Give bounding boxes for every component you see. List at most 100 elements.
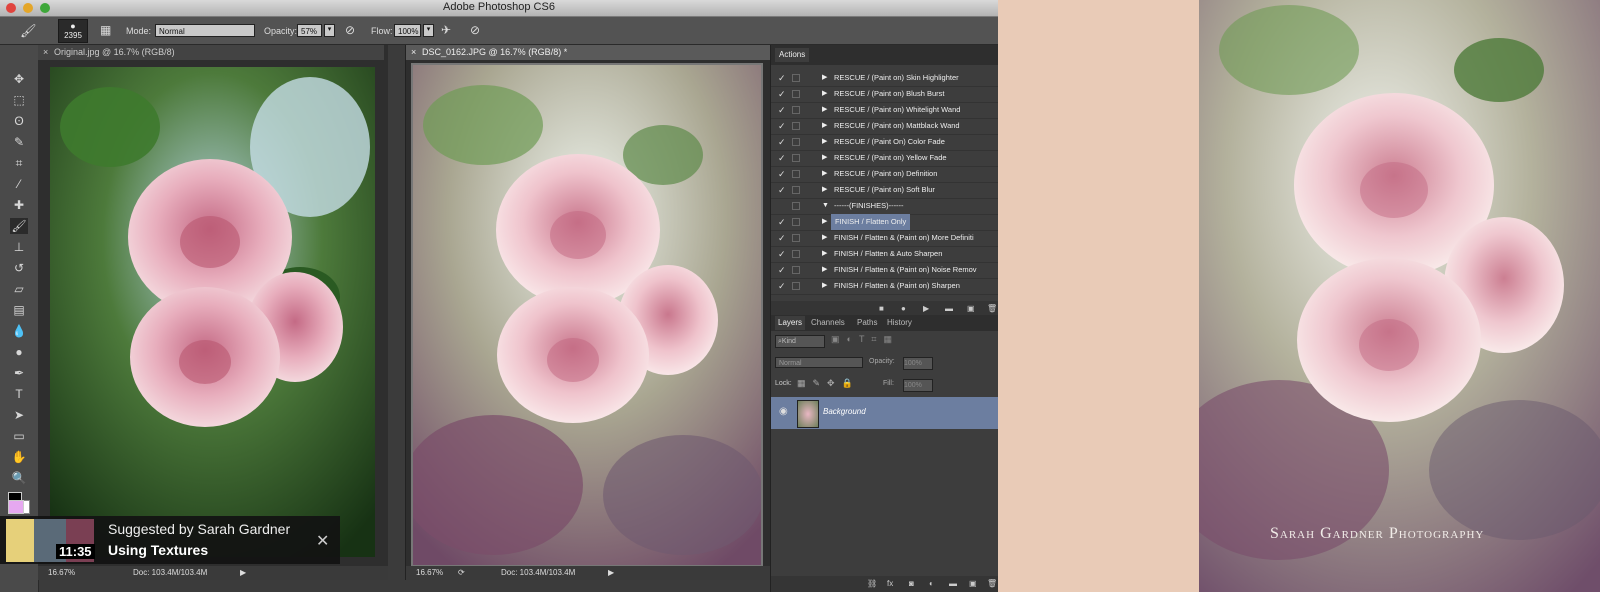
layer-opacity-field[interactable]: 100% xyxy=(903,357,933,370)
flow-dropdown-icon[interactable]: ▾ xyxy=(423,24,434,37)
status-menu-arrow-icon[interactable]: ▶ xyxy=(608,566,614,580)
action-item[interactable]: ✓ ▶ RESCUE / (Paint on) Soft Blur xyxy=(771,182,998,199)
action-item[interactable]: ✓ ▶ FINISH / Flatten & (Paint on) Sharpen xyxy=(771,278,998,295)
expand-triangle-icon[interactable]: ▶ xyxy=(822,246,827,262)
stop-icon[interactable]: ■ xyxy=(879,304,884,313)
expand-triangle-icon[interactable]: ▶ xyxy=(822,118,827,134)
hand-tool-icon[interactable]: ✋ xyxy=(10,449,28,465)
new-action-icon[interactable]: ▣ xyxy=(967,304,975,313)
eyedropper-tool-icon[interactable]: ⁄ xyxy=(10,176,28,192)
blend-mode-select[interactable]: Normal xyxy=(775,357,863,368)
action-set[interactable]: ▼ ------(FINISHES)------ xyxy=(771,198,998,215)
collapse-triangle-icon[interactable]: ▼ xyxy=(822,198,829,214)
history-brush-tool-icon[interactable]: ↺ xyxy=(10,260,28,276)
canvas-original[interactable] xyxy=(50,67,375,557)
fill-field[interactable]: 100% xyxy=(903,379,933,392)
record-icon[interactable]: ● xyxy=(901,304,906,313)
action-item[interactable]: ✓ ▶ RESCUE / (Paint on) Mattblack Wand xyxy=(771,118,998,135)
layer-style-icon[interactable]: fx xyxy=(887,579,893,588)
check-icon[interactable]: ✓ xyxy=(778,118,786,134)
dialog-toggle[interactable] xyxy=(792,282,800,290)
check-icon[interactable]: ✓ xyxy=(778,70,786,86)
lock-icons[interactable]: ▦✎✥🔒 xyxy=(797,378,860,389)
path-select-tool-icon[interactable]: ➤ xyxy=(10,407,28,423)
eraser-tool-icon[interactable]: ▱ xyxy=(10,281,28,297)
dialog-toggle[interactable] xyxy=(792,186,800,194)
type-tool-icon[interactable]: T xyxy=(10,386,28,402)
tab-actions[interactable]: Actions xyxy=(775,48,810,62)
delete-action-icon[interactable]: 🗑 xyxy=(987,304,997,313)
check-icon[interactable]: ✓ xyxy=(778,102,786,118)
expand-triangle-icon[interactable]: ▶ xyxy=(822,150,827,166)
action-item[interactable]: ✓ ▶ RESCUE / (Paint on) Definition xyxy=(771,166,998,183)
flow-field[interactable]: 100% xyxy=(394,24,421,37)
tab-close-icon[interactable]: × xyxy=(411,45,416,60)
layer-filter-icons[interactable]: ▣◐T⌗▦ xyxy=(831,334,899,345)
kind-filter[interactable]: ⌕Kind xyxy=(775,335,825,348)
check-icon[interactable]: ✓ xyxy=(778,166,786,182)
status-info-icon[interactable]: ⟳ xyxy=(458,566,465,580)
stamp-tool-icon[interactable]: ⊥ xyxy=(10,239,28,255)
shape-tool-icon[interactable]: ▭ xyxy=(10,428,28,444)
adjustment-layer-icon[interactable]: ◐ xyxy=(929,579,934,588)
brush-preset-picker[interactable]: ● 2395 xyxy=(58,19,88,43)
action-item[interactable]: ✓ ▶ RESCUE / (Paint on) Yellow Fade xyxy=(771,150,998,167)
action-item[interactable]: ✓ ▶ FINISH / Flatten & (Paint on) More Def… xyxy=(771,230,998,247)
suggested-video-card[interactable]: 11:35 Suggested by Sarah Gardner Using T… xyxy=(0,516,340,564)
new-set-folder-icon[interactable]: ▬ xyxy=(945,304,953,313)
dialog-toggle[interactable] xyxy=(792,138,800,146)
airbrush-icon[interactable]: ✈ xyxy=(441,23,451,37)
healing-tool-icon[interactable]: ✚ xyxy=(10,197,28,213)
check-icon[interactable]: ✓ xyxy=(778,214,786,230)
play-icon[interactable]: ▶ xyxy=(923,304,929,313)
new-layer-icon[interactable]: ▣ xyxy=(969,579,977,588)
visibility-eye-icon[interactable]: ◉ xyxy=(779,406,788,417)
action-item[interactable]: ✓ ▶ FINISH / Flatten & (Paint on) Noise Re… xyxy=(771,262,998,279)
check-icon[interactable]: ✓ xyxy=(778,230,786,246)
close-icon[interactable]: ✕ xyxy=(316,531,329,551)
crop-tool-icon[interactable]: ⌗ xyxy=(10,155,28,171)
action-item-selected[interactable]: ✓ ▶ FINISH / Flatten Only xyxy=(771,214,998,231)
dialog-toggle[interactable] xyxy=(792,218,800,226)
layer-name[interactable]: Background xyxy=(823,407,866,416)
dialog-toggle[interactable] xyxy=(792,266,800,274)
blur-tool-icon[interactable]: 💧 xyxy=(10,323,28,339)
move-tool-icon[interactable]: ✥ xyxy=(10,71,28,87)
dialog-toggle[interactable] xyxy=(792,234,800,242)
tab-edited[interactable]: × DSC_0162.JPG @ 16.7% (RGB/8) * xyxy=(406,45,787,60)
link-layers-icon[interactable]: ⛓ xyxy=(867,579,877,588)
mode-select[interactable]: Normal xyxy=(155,24,255,37)
suggested-video-title[interactable]: Using Textures xyxy=(108,542,208,558)
tab-layers[interactable]: Layers xyxy=(775,316,806,330)
pressure-opacity-icon[interactable]: ⊘ xyxy=(345,23,355,37)
zoom-tool-icon[interactable]: 🔍 xyxy=(10,470,28,486)
dialog-toggle[interactable] xyxy=(792,122,800,130)
dialog-toggle[interactable] xyxy=(792,170,800,178)
opacity-field[interactable]: 57% xyxy=(297,24,322,37)
new-group-icon[interactable]: ▬ xyxy=(949,579,957,588)
quick-mask-icon[interactable] xyxy=(8,500,24,514)
expand-triangle-icon[interactable]: ▶ xyxy=(822,262,827,278)
lasso-tool-icon[interactable]: ʘ xyxy=(10,113,28,129)
opacity-dropdown-icon[interactable]: ▾ xyxy=(324,24,335,37)
expand-triangle-icon[interactable]: ▶ xyxy=(822,134,827,150)
status-menu-arrow-icon[interactable]: ▶ xyxy=(240,566,246,580)
dialog-toggle[interactable] xyxy=(792,250,800,258)
dialog-toggle[interactable] xyxy=(792,202,800,210)
action-item[interactable]: ✓ ▶ FINISH / Flatten & Auto Sharpen xyxy=(771,246,998,263)
pen-tool-icon[interactable]: ✒ xyxy=(10,365,28,381)
action-item[interactable]: ✓ ▶ RESCUE / (Paint on) Whitelight Wand xyxy=(771,102,998,119)
tab-paths[interactable]: Paths xyxy=(857,316,877,330)
expand-triangle-icon[interactable]: ▶ xyxy=(822,70,827,86)
canvas-edited[interactable] xyxy=(411,63,763,567)
check-icon[interactable]: ✓ xyxy=(778,246,786,262)
tab-original[interactable]: × Original.jpg @ 16.7% (RGB/8) xyxy=(38,45,384,60)
layer-mask-icon[interactable]: ◙ xyxy=(909,579,914,588)
expand-triangle-icon[interactable]: ▶ xyxy=(822,230,827,246)
brush-tool-icon[interactable]: 🖌 xyxy=(20,23,37,39)
expand-triangle-icon[interactable]: ▶ xyxy=(822,86,827,102)
brush-tool-icon[interactable]: 🖌 xyxy=(10,218,28,234)
expand-triangle-icon[interactable]: ▶ xyxy=(822,214,827,230)
action-item[interactable]: ✓ ▶ RESCUE / (Paint on) Skin Highlighter xyxy=(771,70,998,87)
dialog-toggle[interactable] xyxy=(792,154,800,162)
